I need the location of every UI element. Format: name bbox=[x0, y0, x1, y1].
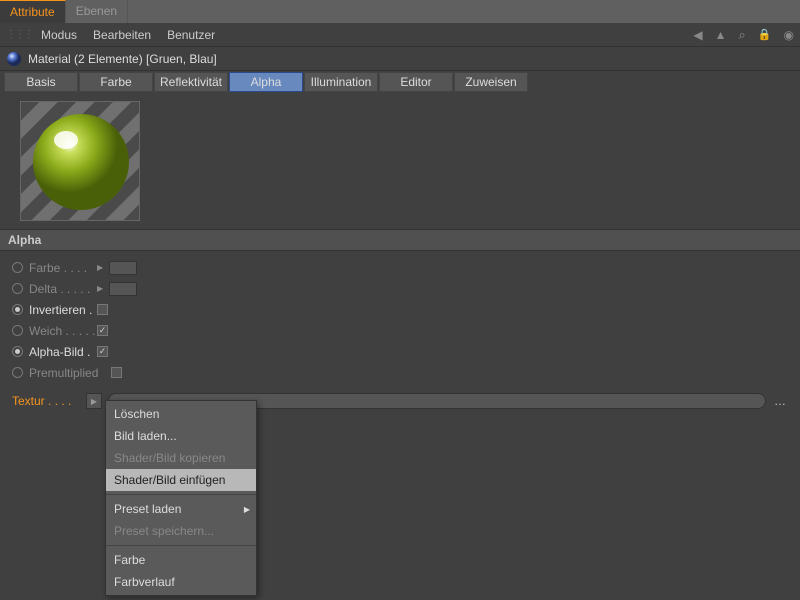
radio-weich[interactable] bbox=[12, 325, 23, 336]
preview-area bbox=[0, 93, 800, 229]
nav-up-icon[interactable]: ▲ bbox=[715, 28, 727, 42]
label-weich: Weich . . . . . bbox=[29, 324, 97, 338]
label-delta: Delta . . . . . bbox=[29, 282, 97, 296]
menu-bar: ⋮⋮⋮ Modus Bearbeiten Benutzer ◀ ▲ ⌕ 🔒 ◉ bbox=[0, 23, 800, 47]
ctx-kopieren: Shader/Bild kopieren bbox=[106, 447, 256, 469]
ctx-preset-speichern: Preset speichern... bbox=[106, 520, 256, 542]
chevron-right-icon: ▶ bbox=[244, 505, 250, 514]
ctab-alpha[interactable]: Alpha bbox=[229, 72, 303, 92]
nav-back-icon[interactable]: ◀ bbox=[693, 28, 702, 42]
radio-farbe[interactable] bbox=[12, 262, 23, 273]
radio-delta[interactable] bbox=[12, 283, 23, 294]
ctx-farbe[interactable]: Farbe bbox=[106, 549, 256, 571]
menu-separator bbox=[106, 545, 256, 546]
chevron-right-icon[interactable]: ▶ bbox=[97, 284, 105, 293]
label-textur: Textur . . . . bbox=[12, 394, 80, 408]
checkbox-premultiplied[interactable] bbox=[111, 367, 122, 378]
checkbox-invertieren[interactable] bbox=[97, 304, 108, 315]
ctab-illumination[interactable]: Illumination bbox=[304, 72, 378, 92]
tab-attribute[interactable]: Attribute bbox=[0, 0, 66, 23]
textur-context-menu: Löschen Bild laden... Shader/Bild kopier… bbox=[105, 400, 257, 596]
label-alpha-bild: Alpha-Bild . bbox=[29, 345, 97, 359]
ctx-bild-laden[interactable]: Bild laden... bbox=[106, 425, 256, 447]
ctx-farbverlauf[interactable]: Farbverlauf bbox=[106, 571, 256, 593]
color-swatch-delta[interactable] bbox=[109, 282, 137, 296]
alpha-properties: Farbe . . . . ▶ Delta . . . . . ▶ Invert… bbox=[0, 251, 800, 389]
channel-tab-bar: Basis Farbe Reflektivität Alpha Illumina… bbox=[0, 71, 800, 93]
checkbox-weich[interactable]: ✓ bbox=[97, 325, 108, 336]
material-title: Material (2 Elemente) [Gruen, Blau] bbox=[28, 52, 217, 66]
material-header: Material (2 Elemente) [Gruen, Blau] bbox=[0, 47, 800, 71]
label-farbe: Farbe . . . . bbox=[29, 261, 97, 275]
radio-invertieren[interactable] bbox=[12, 304, 23, 315]
label-invertieren: Invertieren . bbox=[29, 303, 97, 317]
ctab-editor[interactable]: Editor bbox=[379, 72, 453, 92]
checkbox-alpha-bild[interactable]: ✓ bbox=[97, 346, 108, 357]
ctab-farbe[interactable]: Farbe bbox=[79, 72, 153, 92]
material-sphere-icon bbox=[6, 51, 22, 67]
ctx-preset-laden[interactable]: Preset laden ▶ bbox=[106, 498, 256, 520]
chevron-right-icon[interactable]: ▶ bbox=[97, 263, 105, 272]
material-preview[interactable] bbox=[20, 101, 140, 221]
menu-bearbeiten[interactable]: Bearbeiten bbox=[93, 28, 151, 42]
ctx-preset-laden-label: Preset laden bbox=[114, 502, 181, 516]
settings-icon[interactable]: ◉ bbox=[784, 28, 794, 42]
browse-button[interactable]: … bbox=[772, 393, 788, 409]
label-premultiplied: Premultiplied bbox=[29, 366, 111, 380]
menu-modus[interactable]: Modus bbox=[41, 28, 77, 42]
ctab-reflekt[interactable]: Reflektivität bbox=[154, 72, 228, 92]
ctab-zuweisen[interactable]: Zuweisen bbox=[454, 72, 528, 92]
textur-menu-button[interactable]: ▶ bbox=[86, 393, 102, 409]
top-tab-bar: Attribute Ebenen bbox=[0, 0, 800, 23]
section-header-alpha: Alpha bbox=[0, 229, 800, 251]
ctx-einfuegen[interactable]: Shader/Bild einfügen bbox=[106, 469, 256, 491]
ctx-loeschen[interactable]: Löschen bbox=[106, 403, 256, 425]
tab-ebenen[interactable]: Ebenen bbox=[66, 0, 128, 23]
color-swatch-farbe[interactable] bbox=[109, 261, 137, 275]
radio-alpha-bild[interactable] bbox=[12, 346, 23, 357]
grip-icon: ⋮⋮⋮ bbox=[6, 29, 33, 40]
lock-icon[interactable]: 🔒 bbox=[758, 28, 772, 41]
radio-premultiplied[interactable] bbox=[12, 367, 23, 378]
menu-separator bbox=[106, 494, 256, 495]
search-icon[interactable]: ⌕ bbox=[739, 27, 746, 43]
ctab-basis[interactable]: Basis bbox=[4, 72, 78, 92]
menu-benutzer[interactable]: Benutzer bbox=[167, 28, 215, 42]
